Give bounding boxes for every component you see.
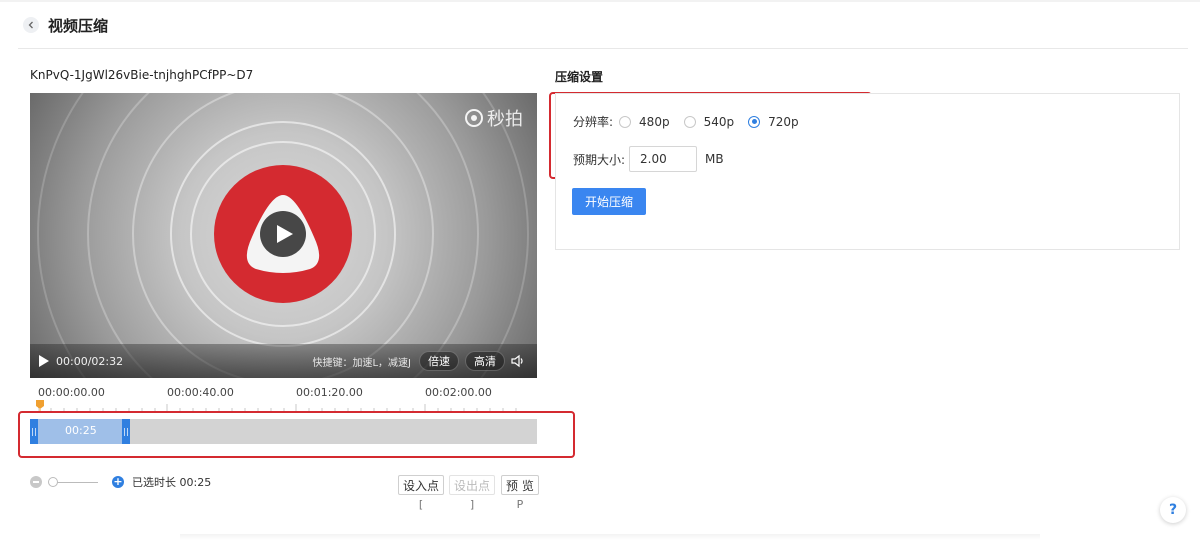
set-in-group: 设入点 [ (398, 475, 445, 511)
current-time: 00:00/02:32 (56, 354, 124, 368)
video-file-name: KnPvQ-1JgWl26vBie-tnjhghPCfPP~D7 (30, 68, 254, 82)
resolution-option-480p[interactable]: 480p (619, 115, 670, 129)
expected-size-unit: MB (705, 152, 724, 166)
help-button[interactable]: ? (1160, 497, 1186, 523)
resolution-option-540p[interactable]: 540p (683, 114, 735, 129)
expected-size-input[interactable] (629, 146, 698, 172)
back-button[interactable] (23, 17, 39, 33)
resolution-option-label: 480p (639, 114, 670, 129)
zoom-control: + 已选时长 00:25 (30, 475, 211, 489)
volume-icon[interactable] (511, 354, 525, 368)
set-out-group: 设出点 ] (449, 475, 496, 511)
expected-size-row: 预期大小: MB (573, 146, 724, 172)
preview-group: 预 览 P (501, 475, 539, 511)
resolution-row: 分辨率: 480p 540p 720p (573, 113, 813, 130)
preview-button[interactable]: 预 览 (501, 475, 539, 495)
bottom-shadow (180, 534, 1040, 540)
player-controls: 00:00/02:32 快捷键：加速L，减速J 倍速 高清 (30, 344, 537, 378)
zoom-out-icon[interactable] (30, 476, 42, 488)
resolution-option-720p[interactable]: 720p (748, 115, 799, 129)
set-in-button[interactable]: 设入点 (398, 475, 445, 495)
zoom-slider-knob[interactable] (48, 477, 58, 487)
resolution-label: 分辨率: (573, 115, 614, 129)
radio-icon (619, 115, 632, 128)
set-in-shortcut: [ (418, 498, 424, 511)
chevron-left-icon (28, 21, 33, 29)
tick-label: 00:02:00.00 (425, 386, 492, 399)
help-icon: ? (1168, 502, 1178, 518)
top-divider (0, 0, 1200, 2)
set-out-shortcut: ] (469, 498, 475, 511)
play-icon (276, 225, 293, 243)
video-player[interactable]: 秒拍 00:00/02:32 快捷键：加速L，减速J 倍速 高清 (30, 93, 537, 378)
watermark-text: 秒拍 (487, 109, 523, 130)
shortcut-hint: 快捷键：加速L，减速J (312, 357, 411, 369)
watermark-logo: 秒拍 (465, 105, 523, 131)
title-divider (18, 48, 1188, 49)
zoom-in-icon[interactable]: + (112, 476, 124, 488)
settings-title: 压缩设置 (555, 70, 604, 84)
resolution-option-label: 720p (768, 114, 799, 129)
watermark-icon (465, 109, 483, 127)
tick-label: 00:00:00.00 (38, 386, 105, 399)
quality-button[interactable]: 高清 (465, 351, 505, 371)
expected-size-label: 预期大小: (573, 152, 626, 167)
radio-checked-icon (748, 115, 761, 128)
radio-icon (683, 115, 696, 128)
page-title: 视频压缩 (48, 17, 109, 35)
tick-label: 00:01:20.00 (296, 386, 363, 399)
timeline-ruler: 00:00:00.00 00:00:40.00 00:01:20.00 00:0… (30, 386, 537, 414)
preview-shortcut: P (516, 498, 524, 511)
play-small-icon[interactable] (39, 355, 49, 367)
play-button[interactable] (260, 211, 306, 257)
tick-label: 00:00:40.00 (167, 386, 234, 399)
set-out-button[interactable]: 设出点 (449, 475, 496, 495)
zoom-slider[interactable] (48, 475, 98, 489)
start-compress-button[interactable]: 开始压缩 (572, 188, 646, 215)
speed-button[interactable]: 倍速 (419, 351, 459, 371)
zoom-slider-track (54, 482, 98, 483)
highlight-box-timeline (18, 411, 575, 458)
resolution-option-label: 540p (703, 114, 735, 129)
selected-duration: 已选时长 00:25 (132, 476, 212, 489)
